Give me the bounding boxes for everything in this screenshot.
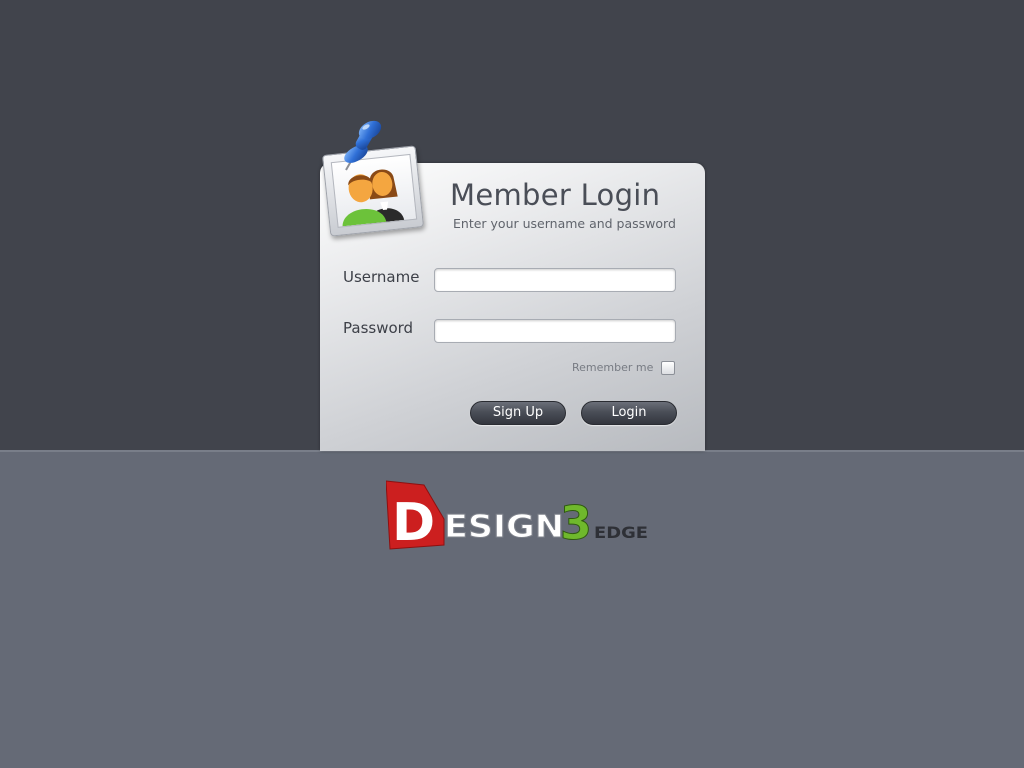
password-input[interactable] [434,319,676,343]
sign-up-button[interactable]: Sign Up [470,401,566,425]
pushpin-icon [344,120,382,171]
remember-me-label: Remember me [572,361,654,374]
logo-suffix: EDGE [594,523,648,542]
logo-digit: 3 [560,496,592,550]
page-subtitle: Enter your username and password [453,216,676,231]
design3edge-logo: D ESIGN 3 EDGE [386,480,648,551]
logo-letter-d: D [392,493,435,551]
remember-me-checkbox[interactable] [661,361,675,375]
password-label: Password [343,319,414,337]
logo-main-text: ESIGN [444,509,564,545]
login-button[interactable]: Login [581,401,677,425]
username-label: Username [343,268,420,286]
page-title: Member Login [450,178,661,212]
username-input[interactable] [434,268,676,292]
